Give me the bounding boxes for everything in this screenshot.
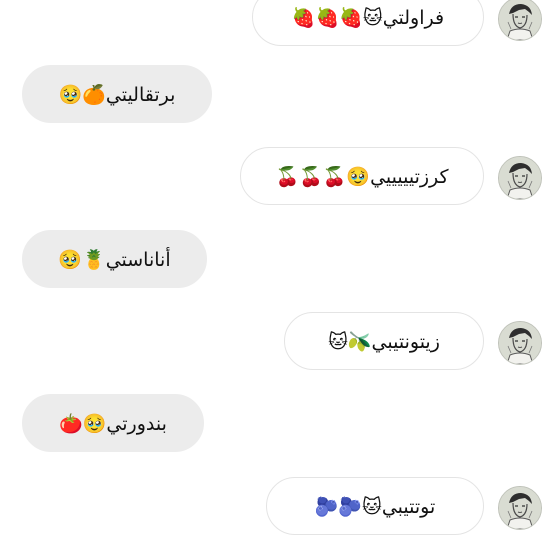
avatar[interactable] bbox=[498, 0, 542, 41]
message-bubble-sent[interactable]: توتتيبي🐱🫐🫐 bbox=[266, 477, 484, 535]
chat-thread: فراولتي🐱🍓🍓🍓 برتقاليتي🍊🥹 كرزتيييييي🥹🍒🍒🍒 أ… bbox=[0, 0, 560, 560]
message-text: فراولتي🐱🍓🍓🍓 bbox=[291, 6, 445, 29]
sketch-portrait-avatar-icon bbox=[499, 0, 541, 40]
message-text: كرزتيييييي🥹🍒🍒🍒 bbox=[275, 165, 449, 188]
message-bubble-received[interactable]: أناناستي🍍🥹 bbox=[22, 230, 207, 288]
sketch-portrait-avatar-icon bbox=[499, 322, 541, 364]
message-row-sent: كرزتيييييي🥹🍒🍒🍒 bbox=[0, 147, 560, 207]
message-bubble-sent[interactable]: زيتونتيبي🫒🐱 bbox=[284, 312, 484, 370]
message-text: زيتونتيبي🫒🐱 bbox=[328, 330, 440, 353]
message-bubble-received[interactable]: برتقاليتي🍊🥹 bbox=[22, 65, 212, 123]
avatar[interactable] bbox=[498, 156, 542, 200]
avatar[interactable] bbox=[498, 321, 542, 365]
message-row-sent: زيتونتيبي🫒🐱 bbox=[0, 312, 560, 372]
message-bubble-sent[interactable]: فراولتي🐱🍓🍓🍓 bbox=[252, 0, 484, 46]
avatar[interactable] bbox=[498, 486, 542, 530]
message-row-sent: توتتيبي🐱🫐🫐 bbox=[0, 477, 560, 537]
message-bubble-received[interactable]: بندورتي🥹🍅 bbox=[22, 394, 204, 452]
message-text: برتقاليتي🍊🥹 bbox=[58, 83, 176, 106]
message-text: توتتيبي🐱🫐🫐 bbox=[314, 495, 436, 518]
message-row-sent: فراولتي🐱🍓🍓🍓 bbox=[0, 0, 560, 48]
sketch-portrait-avatar-icon bbox=[499, 157, 541, 199]
message-row-received: بندورتي🥹🍅 bbox=[0, 394, 560, 454]
message-text: أناناستي🍍🥹 bbox=[58, 248, 171, 271]
message-bubble-sent[interactable]: كرزتيييييي🥹🍒🍒🍒 bbox=[240, 147, 484, 205]
message-row-received: برتقاليتي🍊🥹 bbox=[0, 65, 560, 125]
sketch-portrait-avatar-icon bbox=[499, 487, 541, 529]
message-text: بندورتي🥹🍅 bbox=[59, 412, 167, 435]
message-row-received: أناناستي🍍🥹 bbox=[0, 230, 560, 290]
